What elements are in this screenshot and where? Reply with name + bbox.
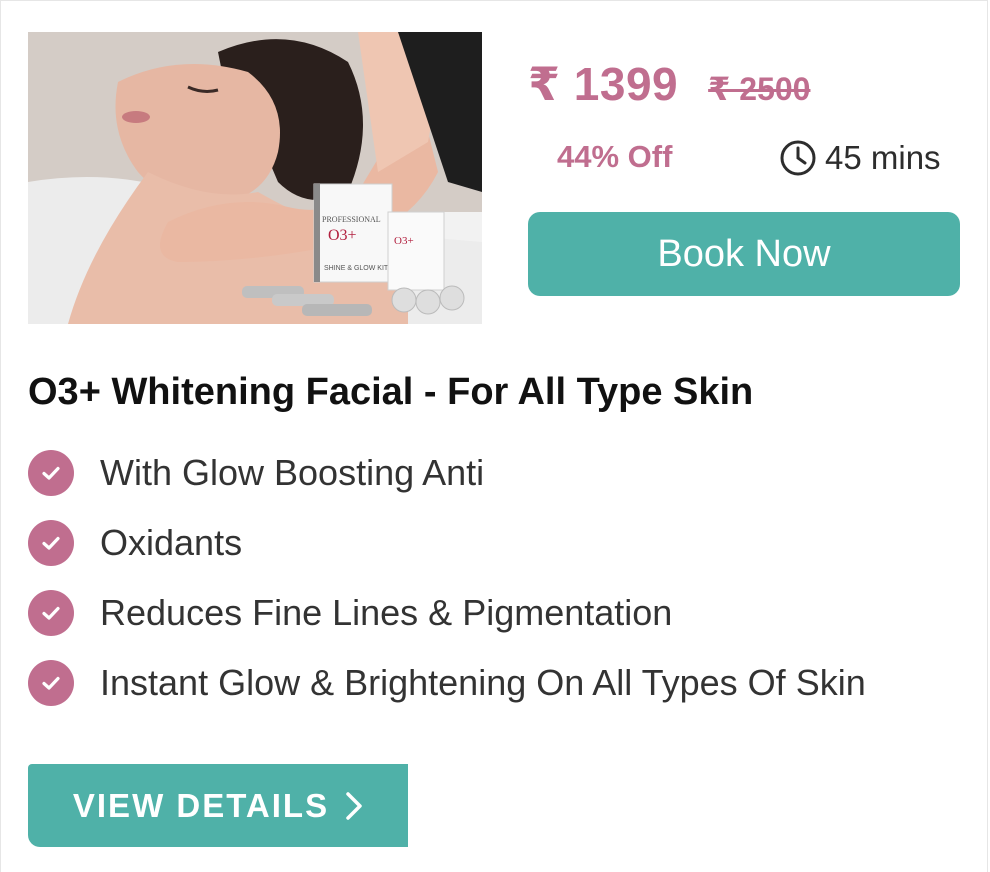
svg-text:SHINE & GLOW KIT: SHINE & GLOW KIT	[324, 265, 389, 272]
service-title: O3+ Whitening Facial - For All Type Skin	[28, 371, 754, 413]
feature-text: With Glow Boosting Anti	[100, 452, 485, 493]
feature-item: Instant Glow & Brightening On All Types …	[28, 653, 866, 713]
sale-price: ₹ 1399	[528, 58, 679, 110]
check-circle-icon	[28, 590, 74, 636]
original-price: ₹ 2500	[708, 71, 811, 107]
discount-badge: 44% Off	[557, 139, 673, 174]
view-details-button[interactable]: VIEW DETAILS	[28, 764, 408, 847]
service-duration: 45 mins	[779, 139, 941, 177]
feature-item: Reduces Fine Lines & Pigmentation	[28, 583, 672, 643]
duration-text: 45 mins	[825, 139, 941, 176]
price-row: ₹ 1399 ₹ 2500	[528, 57, 810, 113]
check-circle-icon	[28, 520, 74, 566]
product-image: PROFESSIONAL O3+ SHINE & GLOW KIT O3+	[28, 32, 482, 324]
feature-text: Reduces Fine Lines & Pigmentation	[100, 592, 673, 633]
feature-item: With Glow Boosting Anti	[28, 443, 484, 503]
check-circle-icon	[28, 450, 74, 496]
feature-text: Oxidants	[100, 522, 243, 563]
chevron-right-icon	[346, 791, 362, 820]
svg-text:O3+: O3+	[394, 235, 414, 247]
service-card: PROFESSIONAL O3+ SHINE & GLOW KIT O3+ ₹ …	[0, 0, 988, 872]
feature-text: Instant Glow & Brightening On All Types …	[100, 662, 866, 703]
check-circle-icon	[28, 660, 74, 706]
feature-item: Oxidants	[28, 513, 242, 573]
book-now-button[interactable]: Book Now	[528, 212, 960, 296]
svg-text:PROFESSIONAL: PROFESSIONAL	[322, 215, 381, 224]
svg-text:O3+: O3+	[328, 227, 357, 244]
view-details-label: VIEW DETAILS	[72, 786, 330, 824]
clock-icon	[780, 140, 816, 176]
